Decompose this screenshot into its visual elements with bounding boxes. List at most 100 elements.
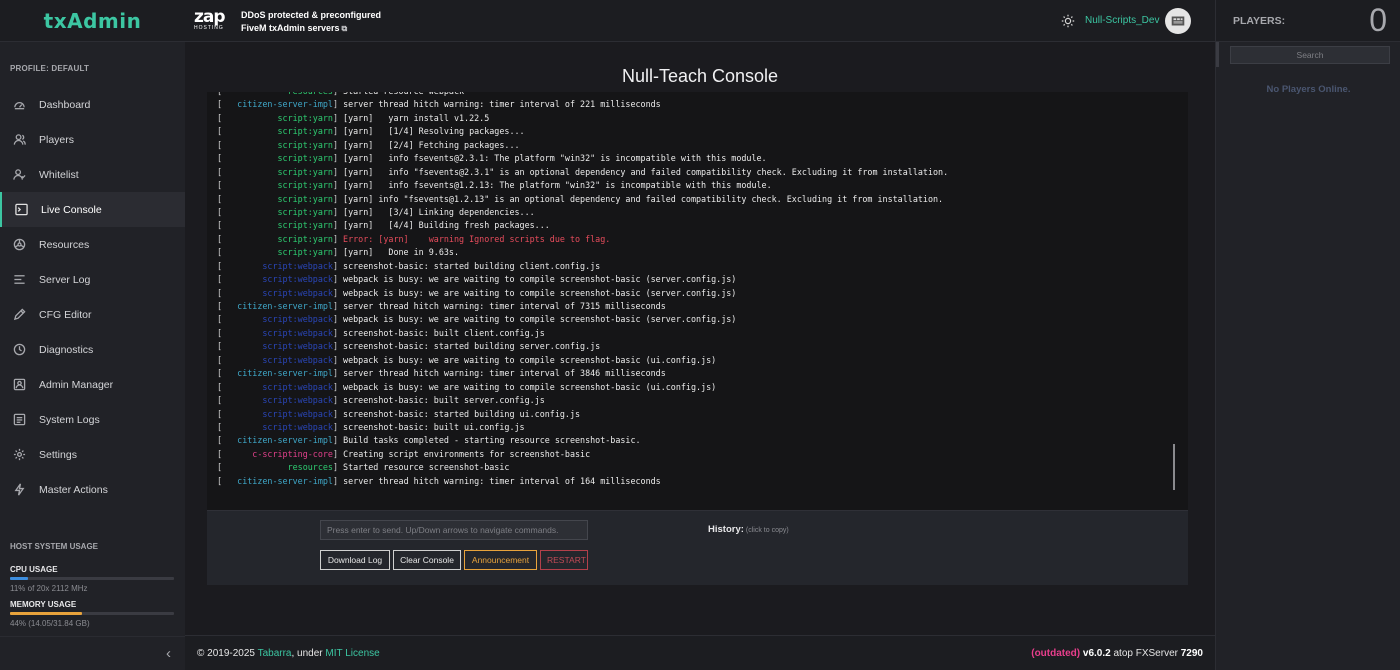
console-message: [yarn] [3/4] Linking dependencies... xyxy=(343,206,535,217)
zap-hosting-logo[interactable]: zap HOSTING xyxy=(194,9,236,33)
file-text-icon xyxy=(12,413,26,427)
memory-usage-label: MEMORY USAGE xyxy=(10,600,77,609)
console-line: [script:webpack] screenshot-basic: built… xyxy=(217,327,948,340)
console-tag: script:yarn xyxy=(277,139,333,150)
promo-link[interactable]: DDoS protected & preconfigured FiveM txA… xyxy=(241,9,381,35)
console-message: [yarn] Done in 9.63s. xyxy=(343,247,460,258)
sidebar-item-whitelist[interactable]: Whitelist xyxy=(0,157,185,192)
history-hint: (click to copy) xyxy=(745,527,789,534)
console-line: [script:yarn] [yarn] yarn install v1.22.… xyxy=(217,112,948,125)
sidebar-item-cfg-editor[interactable]: CFG Editor xyxy=(0,297,185,332)
activity-icon xyxy=(12,343,26,357)
console-tag: script:yarn xyxy=(277,112,333,123)
sidebar-item-settings[interactable]: Settings xyxy=(0,437,185,472)
console-bracket-close: ] xyxy=(332,435,344,446)
license-link[interactable]: MIT License xyxy=(325,648,379,659)
console-lines: [resources] Started resource webpack[cit… xyxy=(217,92,948,488)
console-message: server thread hitch warning: timer inter… xyxy=(343,99,661,110)
sidebar-item-admin-manager[interactable]: Admin Manager xyxy=(0,367,185,402)
copyright-prefix: © 2019-2025 xyxy=(197,648,258,659)
sidebar-item-label: System Logs xyxy=(39,413,100,426)
console-line: [script:webpack] webpack is busy: we are… xyxy=(217,273,948,286)
sidebar-collapse-button[interactable]: ‹ xyxy=(0,636,185,670)
console-tag: citizen-server-impl xyxy=(237,301,333,311)
txadmin-version: v6.0.2 xyxy=(1080,648,1111,659)
list-icon xyxy=(12,273,26,287)
cpu-usage-fill xyxy=(10,577,29,580)
download-log-button[interactable]: Download Log xyxy=(320,550,390,570)
console-message: screenshot-basic: started building clien… xyxy=(343,260,601,271)
memory-usage-detail: 44% (14.05/31.84 GB) xyxy=(10,619,90,628)
zap-logo-text: zap xyxy=(194,7,226,27)
console-tag: resources xyxy=(287,462,333,473)
console-message: [yarn] [1/4] Resolving packages... xyxy=(343,126,525,137)
console-bracket-close: ] xyxy=(332,341,344,352)
clear-console-button[interactable]: Clear Console xyxy=(393,550,461,570)
outdated-badge[interactable]: (outdated) xyxy=(1031,648,1080,659)
console-tag: citizen-server-impl xyxy=(237,435,333,446)
restart-button[interactable]: RESTART xyxy=(540,550,588,570)
zap-logo-sub: HOSTING xyxy=(194,25,224,31)
sidebar-item-system-logs[interactable]: System Logs xyxy=(0,402,185,437)
profile-label: PROFILE: DEFAULT xyxy=(10,64,90,73)
sidebar-item-diagnostics[interactable]: Diagnostics xyxy=(0,332,185,367)
main-content: Null-Teach Console [resources] Started r… xyxy=(185,43,1215,635)
console-line: [script:webpack] screenshot-basic: built… xyxy=(217,421,948,434)
console-bracket-close: ] xyxy=(333,92,343,96)
memory-usage-bar xyxy=(10,612,174,615)
author-link[interactable]: Tabarra xyxy=(258,648,292,659)
sun-icon xyxy=(1061,14,1075,28)
players-panel: PLAYERS: 0 No Players Online. xyxy=(1215,0,1400,670)
sidebar-item-dashboard[interactable]: Dashboard xyxy=(0,87,185,122)
sidebar-item-master-actions[interactable]: Master Actions xyxy=(0,472,185,507)
sidebar-item-label: Players xyxy=(39,133,75,146)
chevron-left-icon: ‹ xyxy=(166,645,171,662)
console-message: [yarn] info "fsevents@1.2.13" is an opti… xyxy=(343,193,944,204)
console-line: [script:webpack] webpack is busy: we are… xyxy=(217,354,948,367)
host-usage-title: HOST SYSTEM USAGE xyxy=(10,542,99,551)
console-bracket-close: ] xyxy=(332,421,344,432)
version-info: (outdated) v6.0.2 atop FXServer 7290 xyxy=(1031,648,1203,659)
console-message: webpack is busy: we are waiting to compi… xyxy=(343,381,717,392)
username-link[interactable]: Null-Scripts_Dev xyxy=(1085,15,1159,26)
theme-toggle-button[interactable] xyxy=(1061,14,1075,28)
sidebar-item-resources[interactable]: Resources xyxy=(0,227,185,262)
top-header: zap HOSTING DDoS protected & preconfigur… xyxy=(185,0,1215,42)
console-tag: script:webpack xyxy=(262,341,333,352)
console-tag: script:webpack xyxy=(262,260,333,271)
console-message: screenshot-basic: started building serve… xyxy=(343,341,601,352)
players-scrollbar[interactable] xyxy=(1216,42,1219,67)
console-bracket-close: ] xyxy=(332,448,344,459)
console-bracket-close: ] xyxy=(332,462,344,473)
fxserver-build: 7290 xyxy=(1180,648,1203,659)
sidebar-item-live-console[interactable]: Live Console xyxy=(0,192,185,227)
announcement-button[interactable]: Announcement xyxy=(464,550,537,570)
console-tag: resources xyxy=(222,92,333,96)
dashboard-icon xyxy=(12,98,26,112)
avatar[interactable] xyxy=(1165,8,1191,34)
history-label: History: xyxy=(708,524,744,535)
players-header: PLAYERS: 0 xyxy=(1216,0,1400,42)
console-message: screenshot-basic: built client.config.js xyxy=(343,327,545,338)
cpu-usage-bar xyxy=(10,577,174,580)
console-line: [script:yarn] Error: [yarn] warning Igno… xyxy=(217,233,948,246)
console-tag: citizen-server-impl xyxy=(237,368,333,379)
console-message: screenshot-basic: built server.config.js xyxy=(343,395,545,406)
console-message: Started resource screenshot-basic xyxy=(343,462,510,473)
console-line: [script:webpack] webpack is busy: we are… xyxy=(217,313,948,326)
sidebar-item-server-log[interactable]: Server Log xyxy=(0,262,185,297)
console-line: [citizen-server-impl] server thread hitc… xyxy=(217,367,948,380)
console-scrollbar[interactable] xyxy=(1173,444,1175,490)
promo-line-1: DDoS protected & preconfigured xyxy=(241,10,382,20)
console-line: [citizen-server-impl] Build tasks comple… xyxy=(217,434,948,447)
console-tag: c-scripting-core xyxy=(252,448,333,459)
console-line: [script:yarn] [yarn] [3/4] Linking depen… xyxy=(217,206,948,219)
brand-logo[interactable]: txAdmin xyxy=(0,0,185,42)
command-input[interactable] xyxy=(320,520,588,540)
console-message: Creating script environments for screens… xyxy=(343,448,591,459)
console-output[interactable]: [resources] Started resource webpack[cit… xyxy=(207,92,1188,510)
console-bracket-close: ] xyxy=(332,327,344,338)
players-search-input[interactable] xyxy=(1230,46,1390,64)
console-message: server thread hitch warning: timer inter… xyxy=(343,301,666,311)
sidebar-item-players[interactable]: Players xyxy=(0,122,185,157)
